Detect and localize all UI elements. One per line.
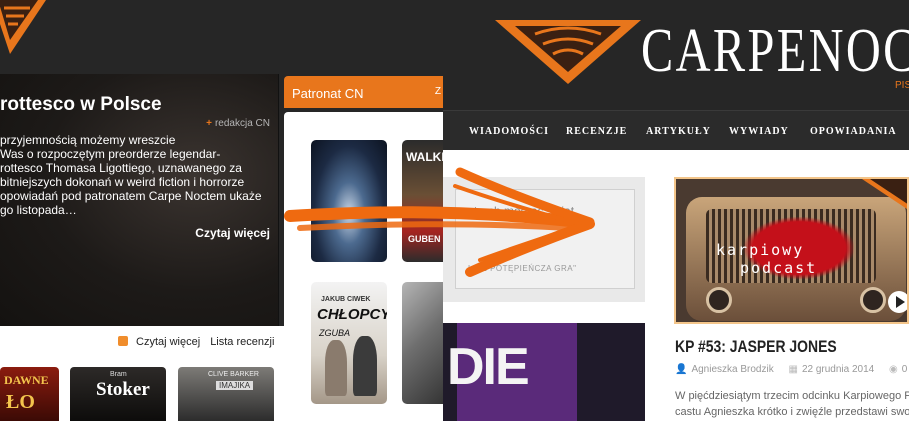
patronat-header: Patronat CN Z xyxy=(284,76,445,108)
site-header: CARPENOC PIS xyxy=(443,0,909,110)
arrow-icon xyxy=(284,167,595,277)
user-icon: 👤 xyxy=(675,364,688,375)
main-nav: WIADOMOŚCI RECENZJE ARTYKUŁY WYWIADY OPO… xyxy=(443,110,909,150)
rss-icon[interactable] xyxy=(118,336,128,346)
play-icon[interactable] xyxy=(888,291,907,313)
read-more-link[interactable]: Czytaj więcej xyxy=(195,226,270,240)
book-cover[interactable]: JAKUB CIWEK CHŁOPCY ZGUBA xyxy=(311,282,387,404)
comment-icon: ◉ xyxy=(889,364,898,375)
nav-item-articles[interactable]: ARTYKUŁY xyxy=(646,126,711,137)
podcast-label: karpiowy xyxy=(716,241,805,259)
review-cover[interactable]: Bram Stoker xyxy=(70,367,166,421)
featured-article: rottesco w Polsce + redakcja CN przyjemno… xyxy=(0,74,279,326)
podcast-label: podcast xyxy=(740,259,818,277)
post-meta: 👤 Agnieszka Brodzik ▦ 22 grudnia 2014 ◉ 0 xyxy=(675,364,908,375)
site-tagline: PIS xyxy=(895,80,909,91)
calendar-icon: ▦ xyxy=(788,364,798,375)
carp-logo-icon xyxy=(0,0,46,54)
featured-title[interactable]: rottesco w Polsce xyxy=(0,94,162,116)
nav-item-stories[interactable]: OPOWIADANIA xyxy=(810,126,897,137)
featured-author: + redakcja CN xyxy=(206,118,270,129)
site-brand[interactable]: CARPENOC xyxy=(641,16,909,87)
screenshot: rottesco w Polsce + redakcja CN przyjemno… xyxy=(0,0,909,421)
carp-logo-icon[interactable] xyxy=(495,20,641,84)
carp-logo-icon xyxy=(862,179,907,209)
review-cover[interactable]: DAWNE ŁO xyxy=(0,367,59,421)
nav-item-reviews[interactable]: RECENZJE xyxy=(566,126,627,137)
nav-item-news[interactable]: WIADOMOŚCI xyxy=(469,126,549,137)
nav-item-interviews[interactable]: WYWIADY xyxy=(729,126,789,137)
review-links: Czytaj więcej Lista recenzji xyxy=(118,336,274,348)
podcast-image[interactable]: karpiowy podcast xyxy=(674,177,909,324)
featured-excerpt: przyjemnością możemy wreszcie Was o rozp… xyxy=(0,133,262,217)
post-title[interactable]: KP #53: JASPER JONES xyxy=(675,337,837,357)
post-thumbnail[interactable]: DIE xyxy=(443,323,645,421)
read-more-reviews-link[interactable]: Czytaj więcej xyxy=(136,336,200,348)
post-excerpt: W pięćdziesiątym trzecim odcinku Karpiow… xyxy=(675,390,909,418)
review-cover[interactable]: CLIVE BARKER IMAJIKA xyxy=(178,367,274,421)
review-list-link[interactable]: Lista recenzji xyxy=(210,336,274,348)
book-cover[interactable] xyxy=(402,282,445,404)
